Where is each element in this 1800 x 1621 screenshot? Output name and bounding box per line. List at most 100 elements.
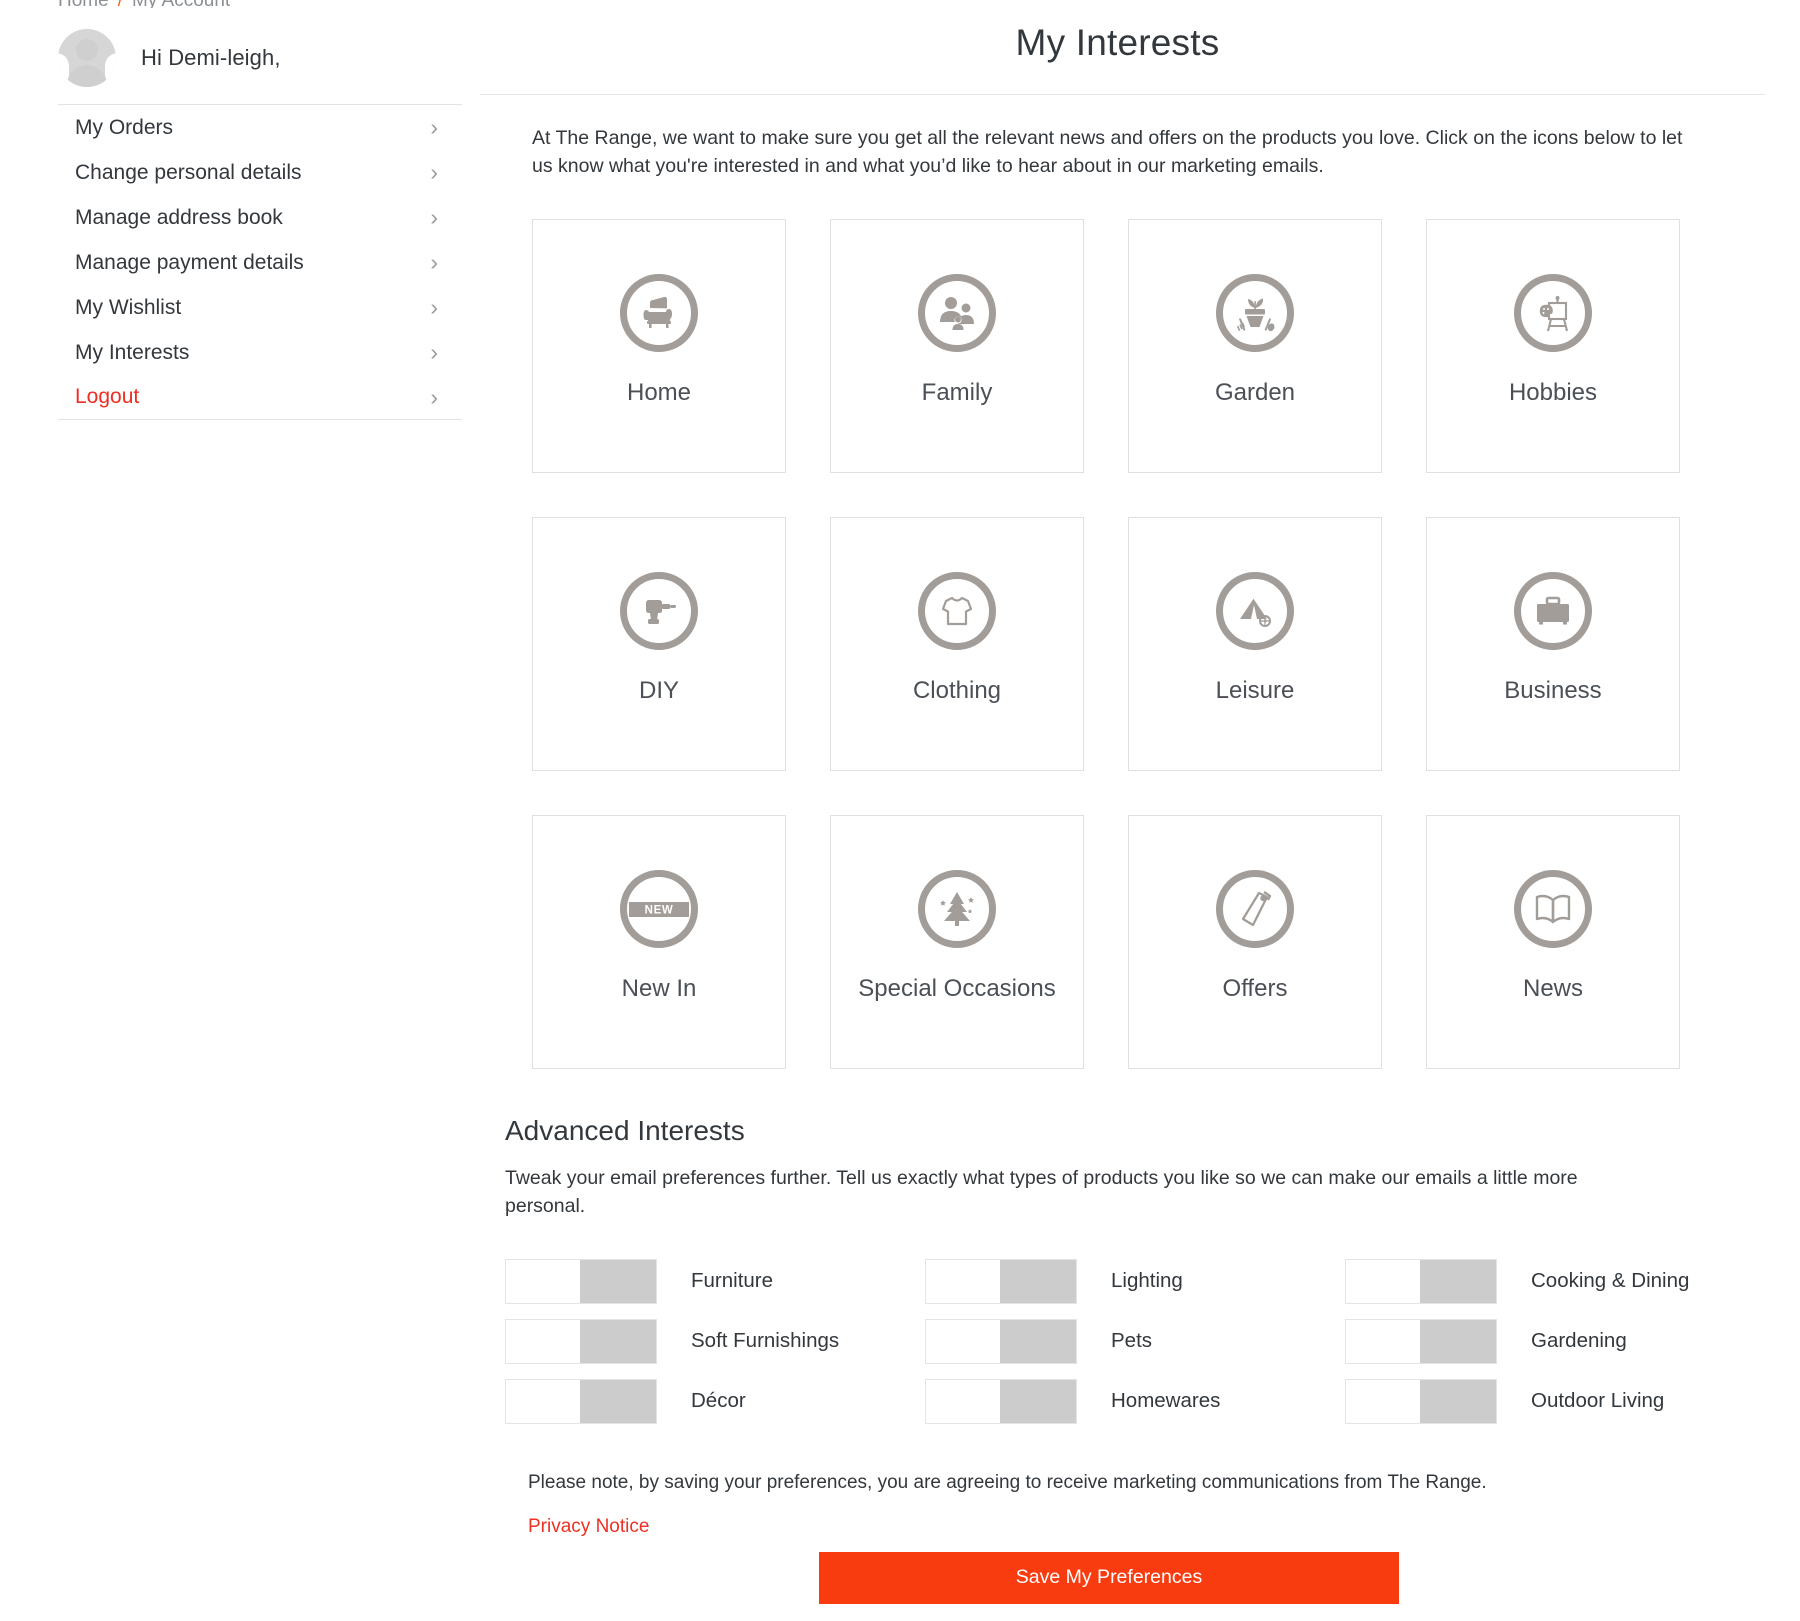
advanced-interests-grid: Furniture Lighting Cooking & Dining Soft… (505, 1258, 1765, 1424)
avatar-shape-left (58, 53, 69, 87)
interest-tile-hobbies[interactable]: Hobbies (1426, 219, 1680, 474)
privacy-notice-link[interactable]: Privacy Notice (528, 1516, 649, 1538)
advanced-interest-label: Homewares (1111, 1389, 1221, 1413)
toggle-track (1420, 1319, 1496, 1363)
user-greeting-row: Hi Demi-leigh, (58, 20, 470, 96)
sidebar-item-manage-address-book[interactable]: Manage address book › (58, 195, 462, 240)
toggle-pets[interactable] (925, 1318, 1077, 1364)
tile-label: Clothing (912, 677, 1002, 705)
avatar-shape-right (105, 53, 116, 87)
svg-text:NEW: NEW (645, 905, 674, 917)
toggle-soft-furnishings[interactable] (505, 1318, 657, 1364)
sidebar-item-logout[interactable]: Logout › (58, 375, 462, 420)
sidebar-item-my-wishlist[interactable]: My Wishlist › (58, 285, 462, 330)
toggle-track (1420, 1259, 1496, 1303)
interest-tile-family[interactable]: Family (830, 219, 1084, 474)
easel-palette-icon (1514, 274, 1592, 353)
advanced-interest-cooking-dining: Cooking & Dining (1345, 1258, 1765, 1304)
interest-tile-business[interactable]: Business (1426, 517, 1680, 772)
interest-tile-new-in[interactable]: NEW New In (532, 815, 786, 1070)
open-book-icon (1514, 870, 1592, 949)
toggle-track (580, 1379, 656, 1423)
advanced-interest-label: Soft Furnishings (691, 1329, 840, 1353)
interest-tile-news[interactable]: News (1426, 815, 1680, 1070)
chevron-right-icon: › (430, 339, 438, 365)
main-content: My Interests At The Range, we want to ma… (470, 0, 1800, 1604)
toggle-gardening[interactable] (1345, 1318, 1497, 1364)
new-badge-icon: NEW (620, 870, 698, 949)
toggle-knob (1346, 1319, 1420, 1363)
chevron-right-icon: › (430, 383, 438, 410)
advanced-interest-pets: Pets (925, 1318, 1345, 1364)
breadcrumb-separator: / (109, 0, 132, 8)
advanced-interest-label: Outdoor Living (1531, 1389, 1665, 1413)
sidebar-item-change-personal-details[interactable]: Change personal details › (58, 150, 462, 195)
chevron-right-icon: › (430, 294, 438, 320)
tile-label: Garden (1214, 379, 1296, 407)
advanced-interest-decor: Décor (505, 1378, 925, 1424)
toggle-track (1000, 1379, 1076, 1423)
interest-tile-special-occasions[interactable]: Special Occasions (830, 815, 1084, 1070)
advanced-interest-homewares: Homewares (925, 1378, 1345, 1424)
advanced-interests-title: Advanced Interests (505, 1115, 745, 1147)
toggle-knob (1346, 1379, 1420, 1423)
advanced-interest-soft-furnishings: Soft Furnishings (505, 1318, 925, 1364)
toggle-cooking-dining[interactable] (1345, 1258, 1497, 1304)
advanced-interest-label: Cooking & Dining (1531, 1269, 1690, 1293)
page-title: My Interests (1015, 22, 1220, 63)
account-nav: My Orders › Change personal details › Ma… (58, 104, 462, 420)
family-people-icon (918, 274, 996, 353)
user-avatar-icon (58, 29, 116, 87)
interest-tile-home[interactable]: Home (532, 219, 786, 474)
intro-text: At The Range, we want to make sure you g… (532, 127, 1683, 177)
tile-label: Business (1504, 677, 1602, 705)
account-page: Home/My Account Hi Demi-leigh, My Orders… (0, 0, 1800, 1604)
toggle-knob (926, 1259, 1000, 1303)
breadcrumb-home[interactable]: Home (58, 0, 109, 8)
advanced-interest-outdoor-living: Outdoor Living (1345, 1378, 1765, 1424)
toggle-decor[interactable] (505, 1378, 657, 1424)
sidebar-item-label: Change personal details (75, 160, 302, 184)
toggle-knob (506, 1379, 580, 1423)
interest-tile-garden[interactable]: Garden (1128, 219, 1382, 474)
toggle-track (1000, 1319, 1076, 1363)
toggle-knob (1346, 1259, 1420, 1303)
briefcase-icon (1514, 572, 1592, 651)
sidebar-item-my-interests[interactable]: My Interests › (58, 330, 462, 375)
toggle-homewares[interactable] (925, 1378, 1077, 1424)
toggle-lighting[interactable] (925, 1258, 1077, 1304)
interest-tile-diy[interactable]: DIY (532, 517, 786, 772)
armchair-icon (620, 274, 698, 353)
sidebar-item-label: My Wishlist (75, 295, 182, 319)
sidebar-item-label: Logout (75, 385, 140, 408)
tile-label: Family (921, 379, 993, 407)
interest-tile-leisure[interactable]: Leisure (1128, 517, 1382, 772)
tshirt-icon (918, 572, 996, 651)
tile-label: DIY (638, 677, 679, 705)
title-divider (480, 94, 1765, 95)
advanced-interest-gardening: Gardening (1345, 1318, 1765, 1364)
price-tags-icon (1216, 870, 1294, 949)
tile-label: Special Occasions (858, 975, 1056, 1003)
interest-tile-offers[interactable]: Offers (1128, 815, 1382, 1070)
power-drill-icon (620, 572, 698, 651)
sidebar-item-label: My Orders (75, 115, 174, 139)
chevron-right-icon: › (430, 114, 438, 140)
save-preferences-button[interactable]: Save My Preferences (819, 1551, 1399, 1604)
advanced-interest-furniture: Furniture (505, 1258, 925, 1304)
toggle-track (580, 1319, 656, 1363)
toggle-knob (926, 1319, 1000, 1363)
christmas-tree-icon (918, 870, 996, 949)
toggle-knob (506, 1319, 580, 1363)
toggle-track (1000, 1259, 1076, 1303)
sidebar-item-my-orders[interactable]: My Orders › (58, 105, 462, 150)
toggle-furniture[interactable] (505, 1258, 657, 1304)
sidebar-item-manage-payment-details[interactable]: Manage payment details › (58, 240, 462, 285)
sidebar-item-label: Manage address book (75, 205, 283, 229)
toggle-outdoor-living[interactable] (1345, 1378, 1497, 1424)
interest-tile-clothing[interactable]: Clothing (830, 517, 1084, 772)
toggle-knob (506, 1259, 580, 1303)
tile-label: Home (626, 379, 692, 407)
toggle-track (1420, 1379, 1496, 1423)
sidebar-item-label: My Interests (75, 340, 190, 364)
